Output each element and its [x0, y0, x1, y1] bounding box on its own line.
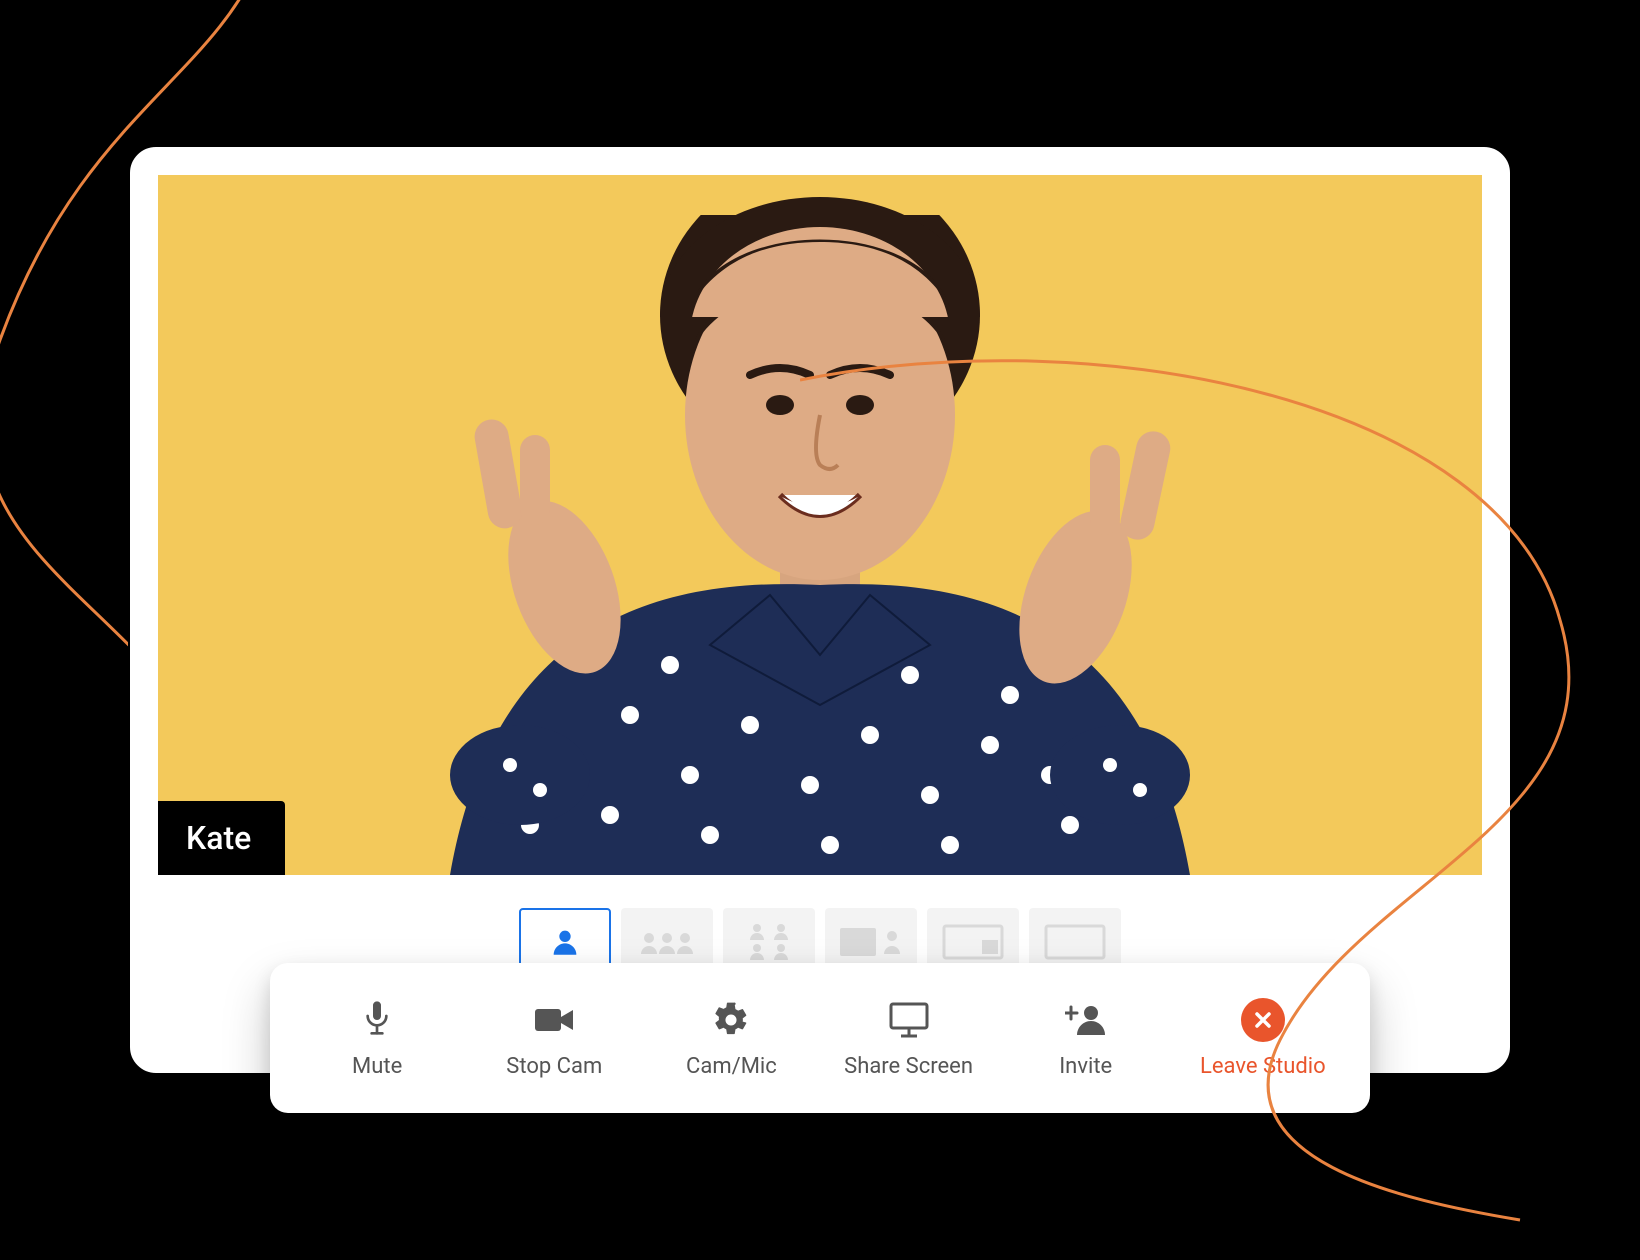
close-icon	[1241, 998, 1285, 1042]
stop-cam-button[interactable]: Stop Cam	[484, 998, 624, 1079]
participant-name-chip: Kate	[158, 801, 285, 875]
invite-label: Invite	[1059, 1054, 1112, 1079]
control-toolbar: Mute Stop Cam Cam/Mic Share Screen Invit	[270, 963, 1370, 1113]
cam-mic-button[interactable]: Cam/Mic	[661, 998, 801, 1079]
screen-pip-icon	[938, 920, 1008, 964]
add-person-icon	[1064, 998, 1108, 1042]
invite-button[interactable]: Invite	[1016, 998, 1156, 1079]
studio-window: Kate	[128, 145, 1512, 1075]
leave-studio-button[interactable]: Leave Studio	[1193, 998, 1333, 1079]
stop-cam-label: Stop Cam	[506, 1054, 602, 1079]
share-screen-button[interactable]: Share Screen	[839, 998, 979, 1079]
microphone-icon	[355, 998, 399, 1042]
participant-name-label: Kate	[186, 819, 251, 857]
single-person-icon	[548, 925, 582, 959]
participant-video-placeholder	[370, 215, 1270, 875]
share-screen-label: Share Screen	[844, 1054, 973, 1079]
mute-label: Mute	[352, 1054, 402, 1079]
presenter-side-icon	[836, 920, 906, 964]
monitor-icon	[887, 998, 931, 1042]
mute-button[interactable]: Mute	[307, 998, 447, 1079]
camera-icon	[532, 998, 576, 1042]
video-stage: Kate	[158, 175, 1482, 875]
four-people-icon	[741, 920, 797, 964]
leave-label: Leave Studio	[1200, 1054, 1326, 1079]
gear-icon	[709, 998, 753, 1042]
cam-mic-label: Cam/Mic	[686, 1054, 777, 1079]
three-people-icon	[637, 928, 697, 956]
screen-only-icon	[1040, 920, 1110, 964]
